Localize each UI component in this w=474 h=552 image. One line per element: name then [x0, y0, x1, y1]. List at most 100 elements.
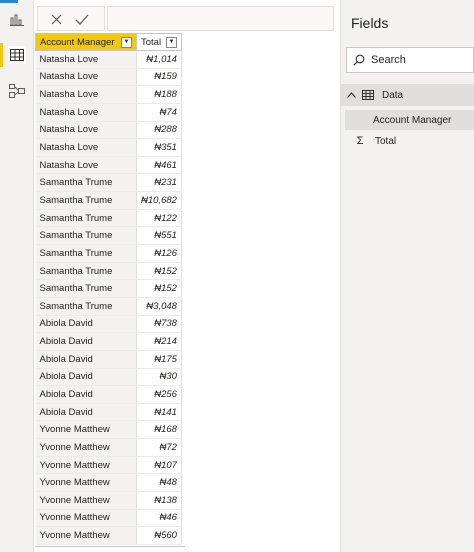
cell-total[interactable]: ₦188	[136, 85, 182, 104]
cell-account-manager[interactable]: Yvonne Matthew	[35, 438, 137, 457]
table-row: Yvonne Matthew ₦107	[35, 456, 182, 475]
data-view-icon[interactable]	[8, 46, 26, 64]
column-header-total[interactable]: Total ▼	[136, 33, 182, 51]
cell-total[interactable]: ₦48	[136, 473, 182, 493]
cell-account-manager[interactable]: Samantha Trume	[35, 226, 137, 246]
column-header-label: Account Manager	[40, 36, 115, 48]
table-row: Yvonne Matthew ₦560	[35, 526, 182, 545]
cell-account-manager[interactable]: Yvonne Matthew	[35, 491, 137, 510]
column-header-account-manager[interactable]: Account Manager ▼	[35, 33, 137, 51]
cell-total[interactable]: ₦141	[136, 403, 182, 422]
table-row: Natasha Love ₦188	[35, 85, 182, 104]
cell-total[interactable]: ₦1,014	[136, 50, 182, 69]
view-rail	[0, 0, 34, 552]
cell-account-manager[interactable]: Natasha Love	[35, 156, 137, 175]
sigma-icon: Σ	[356, 135, 364, 147]
field-total[interactable]: Σ Total	[341, 131, 474, 151]
cancel-edit-button[interactable]	[46, 10, 66, 28]
cell-total[interactable]: ₦3,048	[136, 297, 182, 316]
cell-account-manager[interactable]: Samantha Trume	[35, 209, 137, 228]
cell-account-manager[interactable]: Samantha Trume	[35, 279, 137, 298]
table-row: Natasha Love ₦74	[35, 103, 182, 122]
cell-account-manager[interactable]: Abiola David	[35, 368, 137, 387]
cell-total[interactable]: ₦46	[136, 509, 182, 528]
cell-total[interactable]: ₦461	[136, 156, 182, 175]
table-row: Yvonne Matthew ₦46	[35, 509, 182, 528]
cell-total[interactable]: ₦560	[136, 526, 182, 545]
search-input[interactable]: Search	[371, 54, 406, 66]
cell-account-manager[interactable]: Abiola David	[35, 315, 137, 334]
table-node-data[interactable]: Data	[341, 84, 474, 106]
cell-total[interactable]: ₦231	[136, 173, 182, 193]
cell-total[interactable]: ₦30	[136, 368, 182, 387]
cell-total[interactable]: ₦152	[136, 279, 182, 298]
cell-total[interactable]: ₦122	[136, 209, 182, 228]
checkmark-icon	[75, 14, 89, 25]
cell-account-manager[interactable]: Yvonne Matthew	[35, 456, 137, 475]
table-row: Natasha Love ₦288	[35, 121, 182, 140]
table-row: Samantha Trume ₦152	[35, 279, 182, 298]
cell-account-manager[interactable]: Samantha Trume	[35, 191, 137, 210]
table-row: Samantha Trume ₦126	[35, 244, 182, 263]
table-row: Abiola David ₦214	[35, 332, 182, 351]
cell-total[interactable]: ₦107	[136, 456, 182, 475]
cell-account-manager[interactable]: Abiola David	[35, 332, 137, 351]
cell-total[interactable]: ₦159	[136, 68, 182, 87]
cell-total[interactable]: ₦138	[136, 491, 182, 510]
cell-total[interactable]: ₦152	[136, 262, 182, 281]
cell-account-manager[interactable]: Natasha Love	[35, 50, 137, 69]
report-view-icon[interactable]	[8, 11, 26, 29]
search-box[interactable]: Search	[346, 47, 474, 73]
cell-total[interactable]: ₦10,682	[136, 191, 182, 210]
cell-total[interactable]: ₦351	[136, 138, 182, 157]
cell-account-manager[interactable]: Yvonne Matthew	[35, 473, 137, 493]
rail-accent	[0, 0, 18, 3]
table-row: Abiola David ₦175	[35, 350, 182, 369]
cell-account-manager[interactable]: Yvonne Matthew	[35, 420, 137, 440]
field-account-manager[interactable]: Account Manager	[345, 110, 474, 130]
cell-total[interactable]: ₦214	[136, 332, 182, 351]
cell-total[interactable]: ₦74	[136, 103, 182, 122]
cell-total[interactable]: ₦175	[136, 350, 182, 369]
filter-dropdown-icon[interactable]: ▼	[121, 36, 132, 48]
table-row: Natasha Love ₦461	[35, 156, 182, 175]
formula-actions	[37, 6, 105, 31]
table-row: Yvonne Matthew ₦168	[35, 420, 182, 440]
table-header-row: Account Manager ▼ Total ▼	[35, 33, 182, 51]
cell-account-manager[interactable]: Samantha Trume	[35, 262, 137, 281]
table-row: Natasha Love ₦1,014	[35, 50, 182, 69]
table-row: Samantha Trume ₦152	[35, 262, 182, 281]
cell-total[interactable]: ₦551	[136, 226, 182, 246]
table-name: Data	[382, 89, 404, 101]
cell-account-manager[interactable]: Samantha Trume	[35, 173, 137, 193]
cell-account-manager[interactable]: Abiola David	[35, 385, 137, 404]
table-row: Samantha Trume ₦122	[35, 209, 182, 228]
cell-account-manager[interactable]: Natasha Love	[35, 68, 137, 87]
table-body: Natasha Love ₦1,014 Natasha Love ₦159 Natash…	[35, 50, 182, 545]
cell-account-manager[interactable]: Abiola David	[35, 350, 137, 369]
cell-total[interactable]: ₦738	[136, 315, 182, 334]
model-view-icon[interactable]	[8, 82, 26, 100]
cell-account-manager[interactable]: Natasha Love	[35, 103, 137, 122]
table-row: Abiola David ₦256	[35, 385, 182, 404]
cell-total[interactable]: ₦168	[136, 420, 182, 440]
cell-account-manager[interactable]: Natasha Love	[35, 85, 137, 104]
table-row: Natasha Love ₦159	[35, 68, 182, 87]
chevron-up-icon[interactable]	[344, 92, 358, 98]
cell-account-manager[interactable]: Yvonne Matthew	[35, 509, 137, 528]
cell-account-manager[interactable]: Abiola David	[35, 403, 137, 422]
commit-edit-button[interactable]	[72, 10, 92, 28]
cell-account-manager[interactable]: Samantha Trume	[35, 297, 137, 316]
cell-total[interactable]: ₦288	[136, 121, 182, 140]
cell-total[interactable]: ₦126	[136, 244, 182, 263]
table-row: Samantha Trume ₦3,048	[35, 297, 182, 316]
cell-account-manager[interactable]: Natasha Love	[35, 138, 137, 157]
formula-input[interactable]	[107, 6, 334, 31]
cell-account-manager[interactable]: Natasha Love	[35, 121, 137, 140]
cell-account-manager[interactable]: Yvonne Matthew	[35, 526, 137, 545]
formula-bar	[35, 3, 334, 31]
filter-dropdown-icon[interactable]: ▼	[165, 36, 177, 48]
cell-total[interactable]: ₦72	[136, 438, 182, 457]
cell-account-manager[interactable]: Samantha Trume	[35, 244, 137, 263]
cell-total[interactable]: ₦256	[136, 385, 182, 404]
